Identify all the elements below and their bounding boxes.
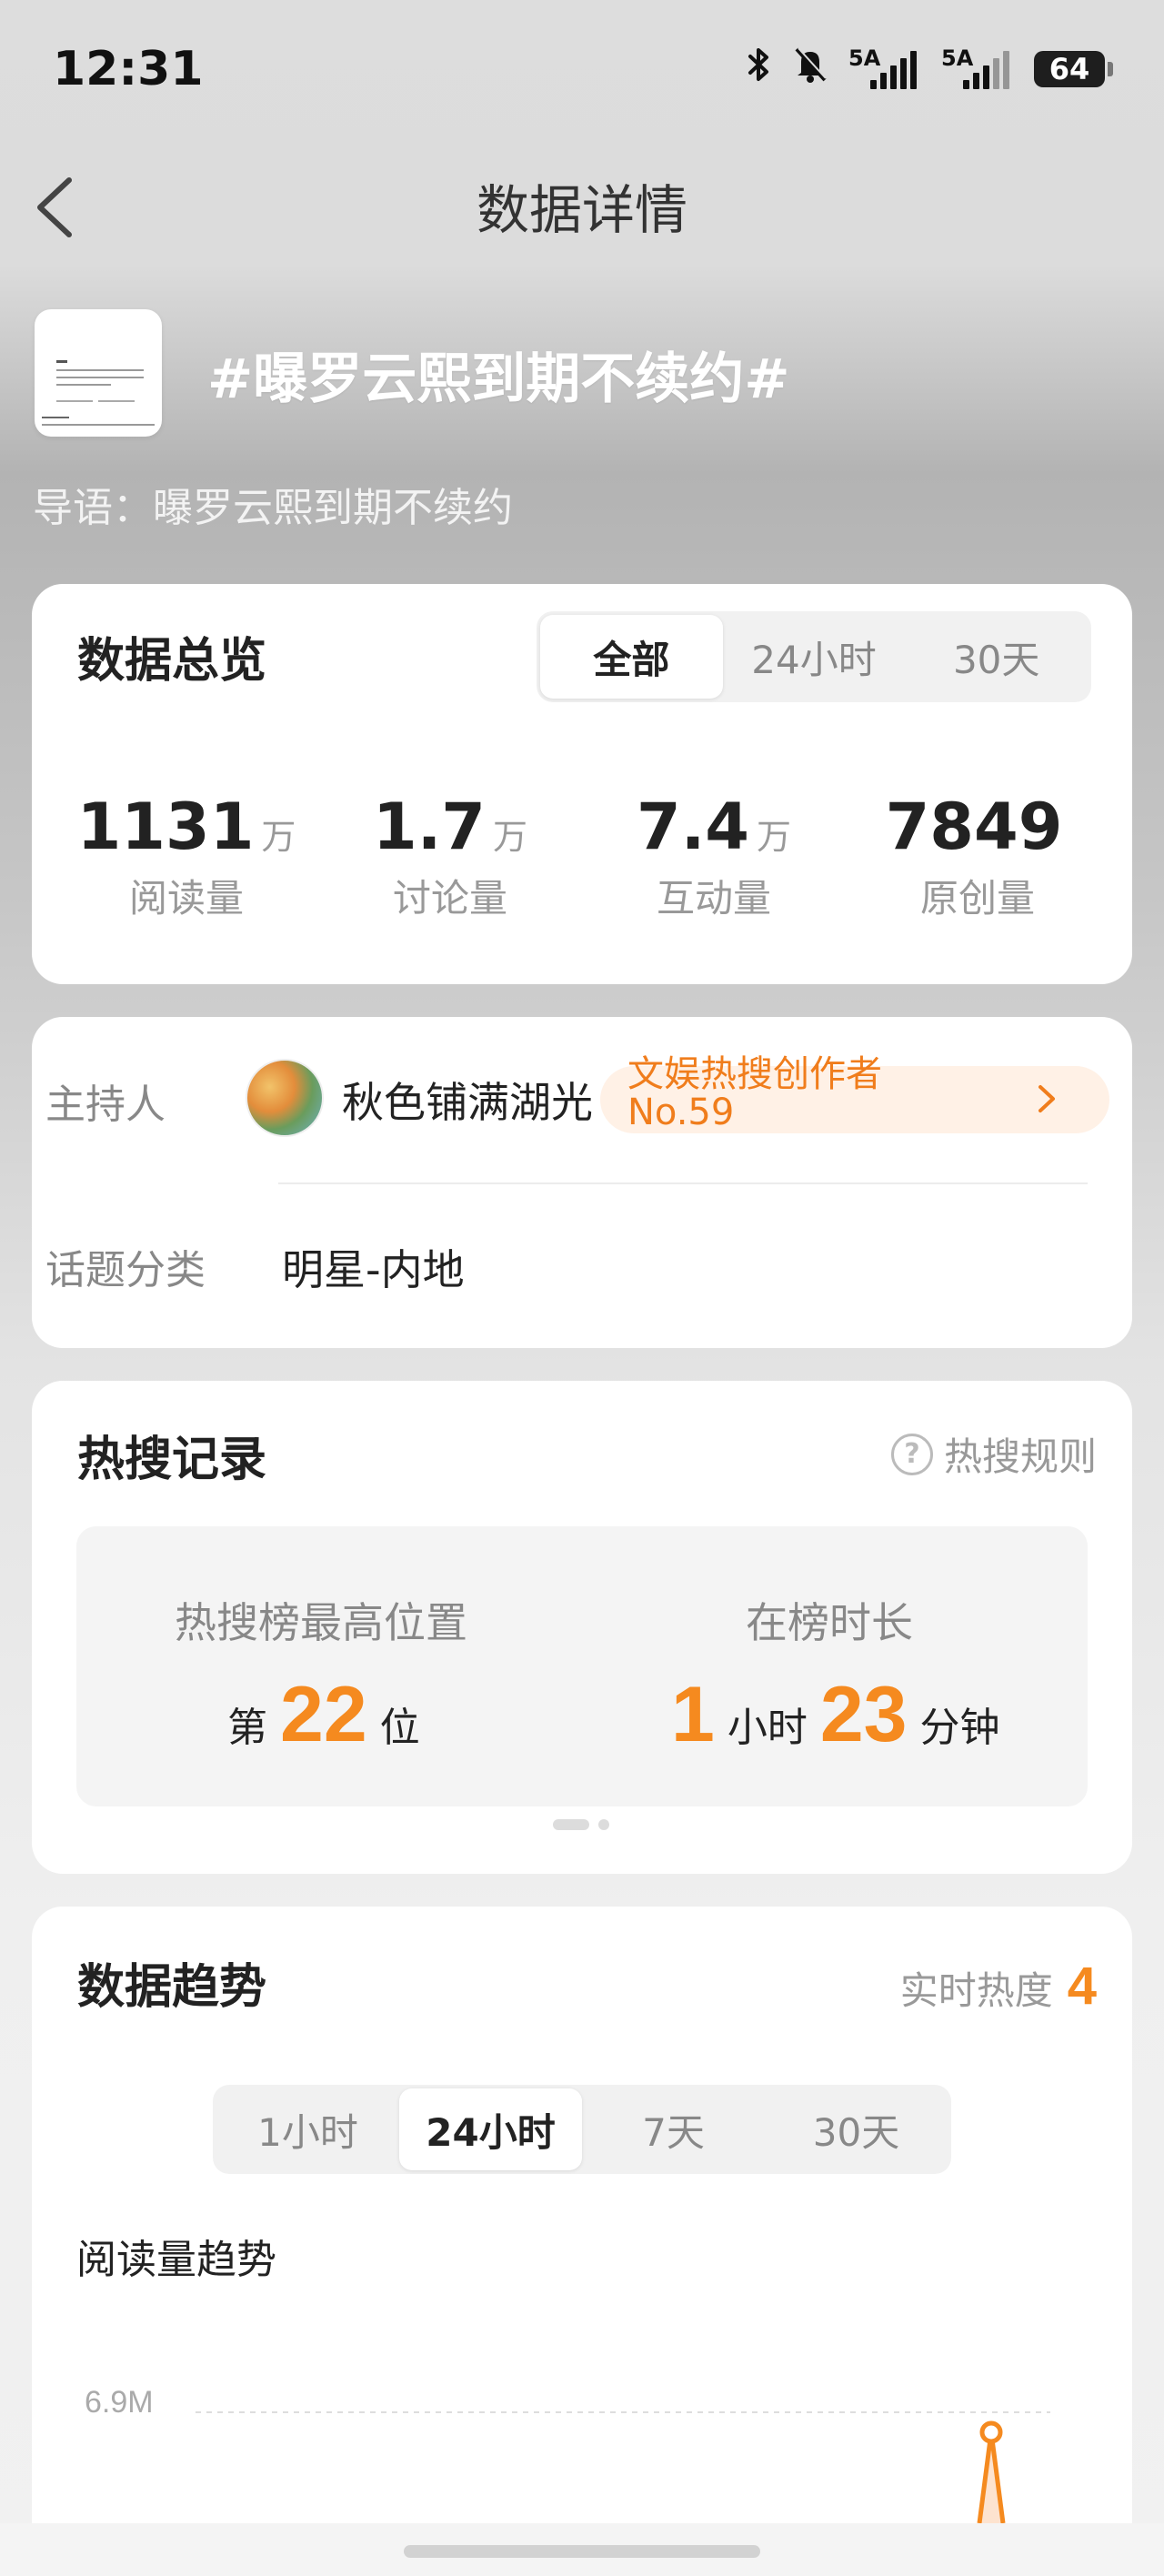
battery-level: 64 bbox=[1034, 50, 1105, 87]
host-label: 主持人 bbox=[45, 1082, 166, 1128]
pager-dot-active bbox=[553, 1819, 589, 1830]
stat-unit: 万 bbox=[261, 817, 296, 857]
stat-label: 原创量 bbox=[919, 876, 1035, 921]
peak-suffix: 位 bbox=[379, 1705, 420, 1751]
nav-header: 数据详情 bbox=[0, 146, 1164, 269]
category-label: 话题分类 bbox=[45, 1247, 206, 1293]
stat-label: 讨论量 bbox=[392, 876, 507, 921]
stat-label: 阅读量 bbox=[128, 876, 244, 921]
trend-title: 数据趋势 bbox=[77, 1960, 267, 2015]
stat-value: 1131 bbox=[76, 790, 255, 864]
hot-search-panel bbox=[76, 1526, 1088, 1806]
mute-bell-icon bbox=[792, 45, 828, 92]
home-indicator-area bbox=[0, 2523, 1164, 2576]
chevron-right-icon bbox=[1039, 1085, 1055, 1112]
topic-guide: 导语：曝罗云熙到期不续约 bbox=[33, 485, 513, 531]
hot-search-title: 热搜记录 bbox=[77, 1433, 267, 1487]
status-bar: 12:31 5A 5A 64 bbox=[0, 0, 1164, 146]
signal-strength-icon-2: 5A bbox=[941, 45, 1014, 89]
peak-prefix: 第 bbox=[227, 1705, 267, 1751]
chart-point[interactable] bbox=[979, 2420, 1003, 2444]
help-icon: ? bbox=[890, 1433, 933, 1475]
battery-icon: 64 bbox=[1034, 50, 1113, 87]
duration-hours-unit: 小时 bbox=[727, 1705, 808, 1751]
overview-range-tabs: 全部 24小时 30天 bbox=[537, 611, 1091, 702]
host-name[interactable]: 秋色铺满湖光 bbox=[342, 1070, 593, 1130]
tab-30d[interactable]: 30天 bbox=[905, 615, 1088, 699]
host-rank-line2: No.59 bbox=[627, 1092, 735, 1133]
duration-label: 在榜时长 bbox=[746, 1598, 913, 1647]
home-indicator-bar[interactable] bbox=[404, 2545, 760, 2558]
bluetooth-icon bbox=[747, 46, 772, 91]
peak-number: 22 bbox=[280, 1671, 367, 1758]
overview-card: 数据总览 全部 24小时 30天 bbox=[32, 584, 1132, 984]
stat-value: 7.4 bbox=[636, 790, 749, 864]
tab-24h[interactable]: 24小时 bbox=[399, 2088, 582, 2170]
duration-hours: 1 bbox=[671, 1671, 715, 1758]
tab-7d[interactable]: 7天 bbox=[582, 2088, 765, 2170]
pager-dots bbox=[553, 1819, 609, 1830]
realtime-heat: 实时热度 4 bbox=[900, 1956, 1097, 2017]
host-avatar[interactable] bbox=[246, 1059, 324, 1137]
duration-value: 1 小时 23 分钟 bbox=[671, 1670, 1000, 1760]
stat-value: 1.7 bbox=[372, 790, 486, 864]
stat-discussions[interactable]: 1.7 万 讨论量 bbox=[336, 790, 564, 923]
topic-title: #曝罗云熙到期不续约# bbox=[207, 347, 790, 411]
host-rank-text: 文娱热搜创作者 No.59 bbox=[627, 1055, 882, 1132]
stat-unit: 万 bbox=[757, 817, 792, 857]
y-tick-label: 6.9M bbox=[85, 2385, 154, 2420]
tab-1h[interactable]: 1小时 bbox=[216, 2088, 399, 2170]
stat-originals[interactable]: 7849 原创量 bbox=[864, 790, 1091, 923]
rules-link-label: 热搜规则 bbox=[943, 1434, 1097, 1479]
signal-strength-icon-1: 5A bbox=[848, 45, 921, 89]
stat-label: 互动量 bbox=[656, 876, 771, 921]
status-icons: 5A 5A 64 bbox=[747, 45, 1113, 92]
tab-30d[interactable]: 30天 bbox=[765, 2088, 948, 2170]
hot-search-rules-link[interactable]: ? 热搜规则 bbox=[890, 1426, 1097, 1482]
divider bbox=[278, 1182, 1088, 1184]
pager-dot bbox=[598, 1819, 609, 1830]
duration-minutes-unit: 分钟 bbox=[919, 1705, 1000, 1751]
overview-title: 数据总览 bbox=[77, 634, 267, 689]
duration-minutes: 23 bbox=[819, 1671, 908, 1758]
realtime-heat-value: 4 bbox=[1067, 1957, 1097, 2016]
category-value: 明星-内地 bbox=[282, 1245, 465, 1294]
page-title: 数据详情 bbox=[476, 179, 687, 241]
stat-unit: 万 bbox=[493, 817, 528, 857]
stat-reads[interactable]: 1131 万 阅读量 bbox=[73, 790, 300, 923]
read-trend-chart[interactable]: 6.9M bbox=[32, 2347, 1132, 2523]
topic-cover-image[interactable] bbox=[35, 309, 162, 437]
network-type-label: 5A bbox=[848, 45, 881, 71]
tab-all[interactable]: 全部 bbox=[540, 615, 723, 699]
status-time: 12:31 bbox=[53, 42, 204, 96]
network-type-label: 5A bbox=[941, 45, 974, 71]
stat-value: 7849 bbox=[885, 790, 1063, 864]
host-rank-line1: 文娱热搜创作者 bbox=[627, 1053, 882, 1095]
trend-range-tabs: 1小时 24小时 7天 30天 bbox=[213, 2085, 951, 2174]
stat-interactions[interactable]: 7.4 万 互动量 bbox=[600, 790, 828, 923]
realtime-heat-label: 实时热度 bbox=[899, 1968, 1053, 2013]
peak-rank-value: 第 22 位 bbox=[227, 1670, 420, 1760]
tab-24h[interactable]: 24小时 bbox=[723, 615, 906, 699]
chart-title: 阅读量趋势 bbox=[76, 2237, 276, 2283]
peak-rank-label: 热搜榜最高位置 bbox=[175, 1598, 467, 1647]
